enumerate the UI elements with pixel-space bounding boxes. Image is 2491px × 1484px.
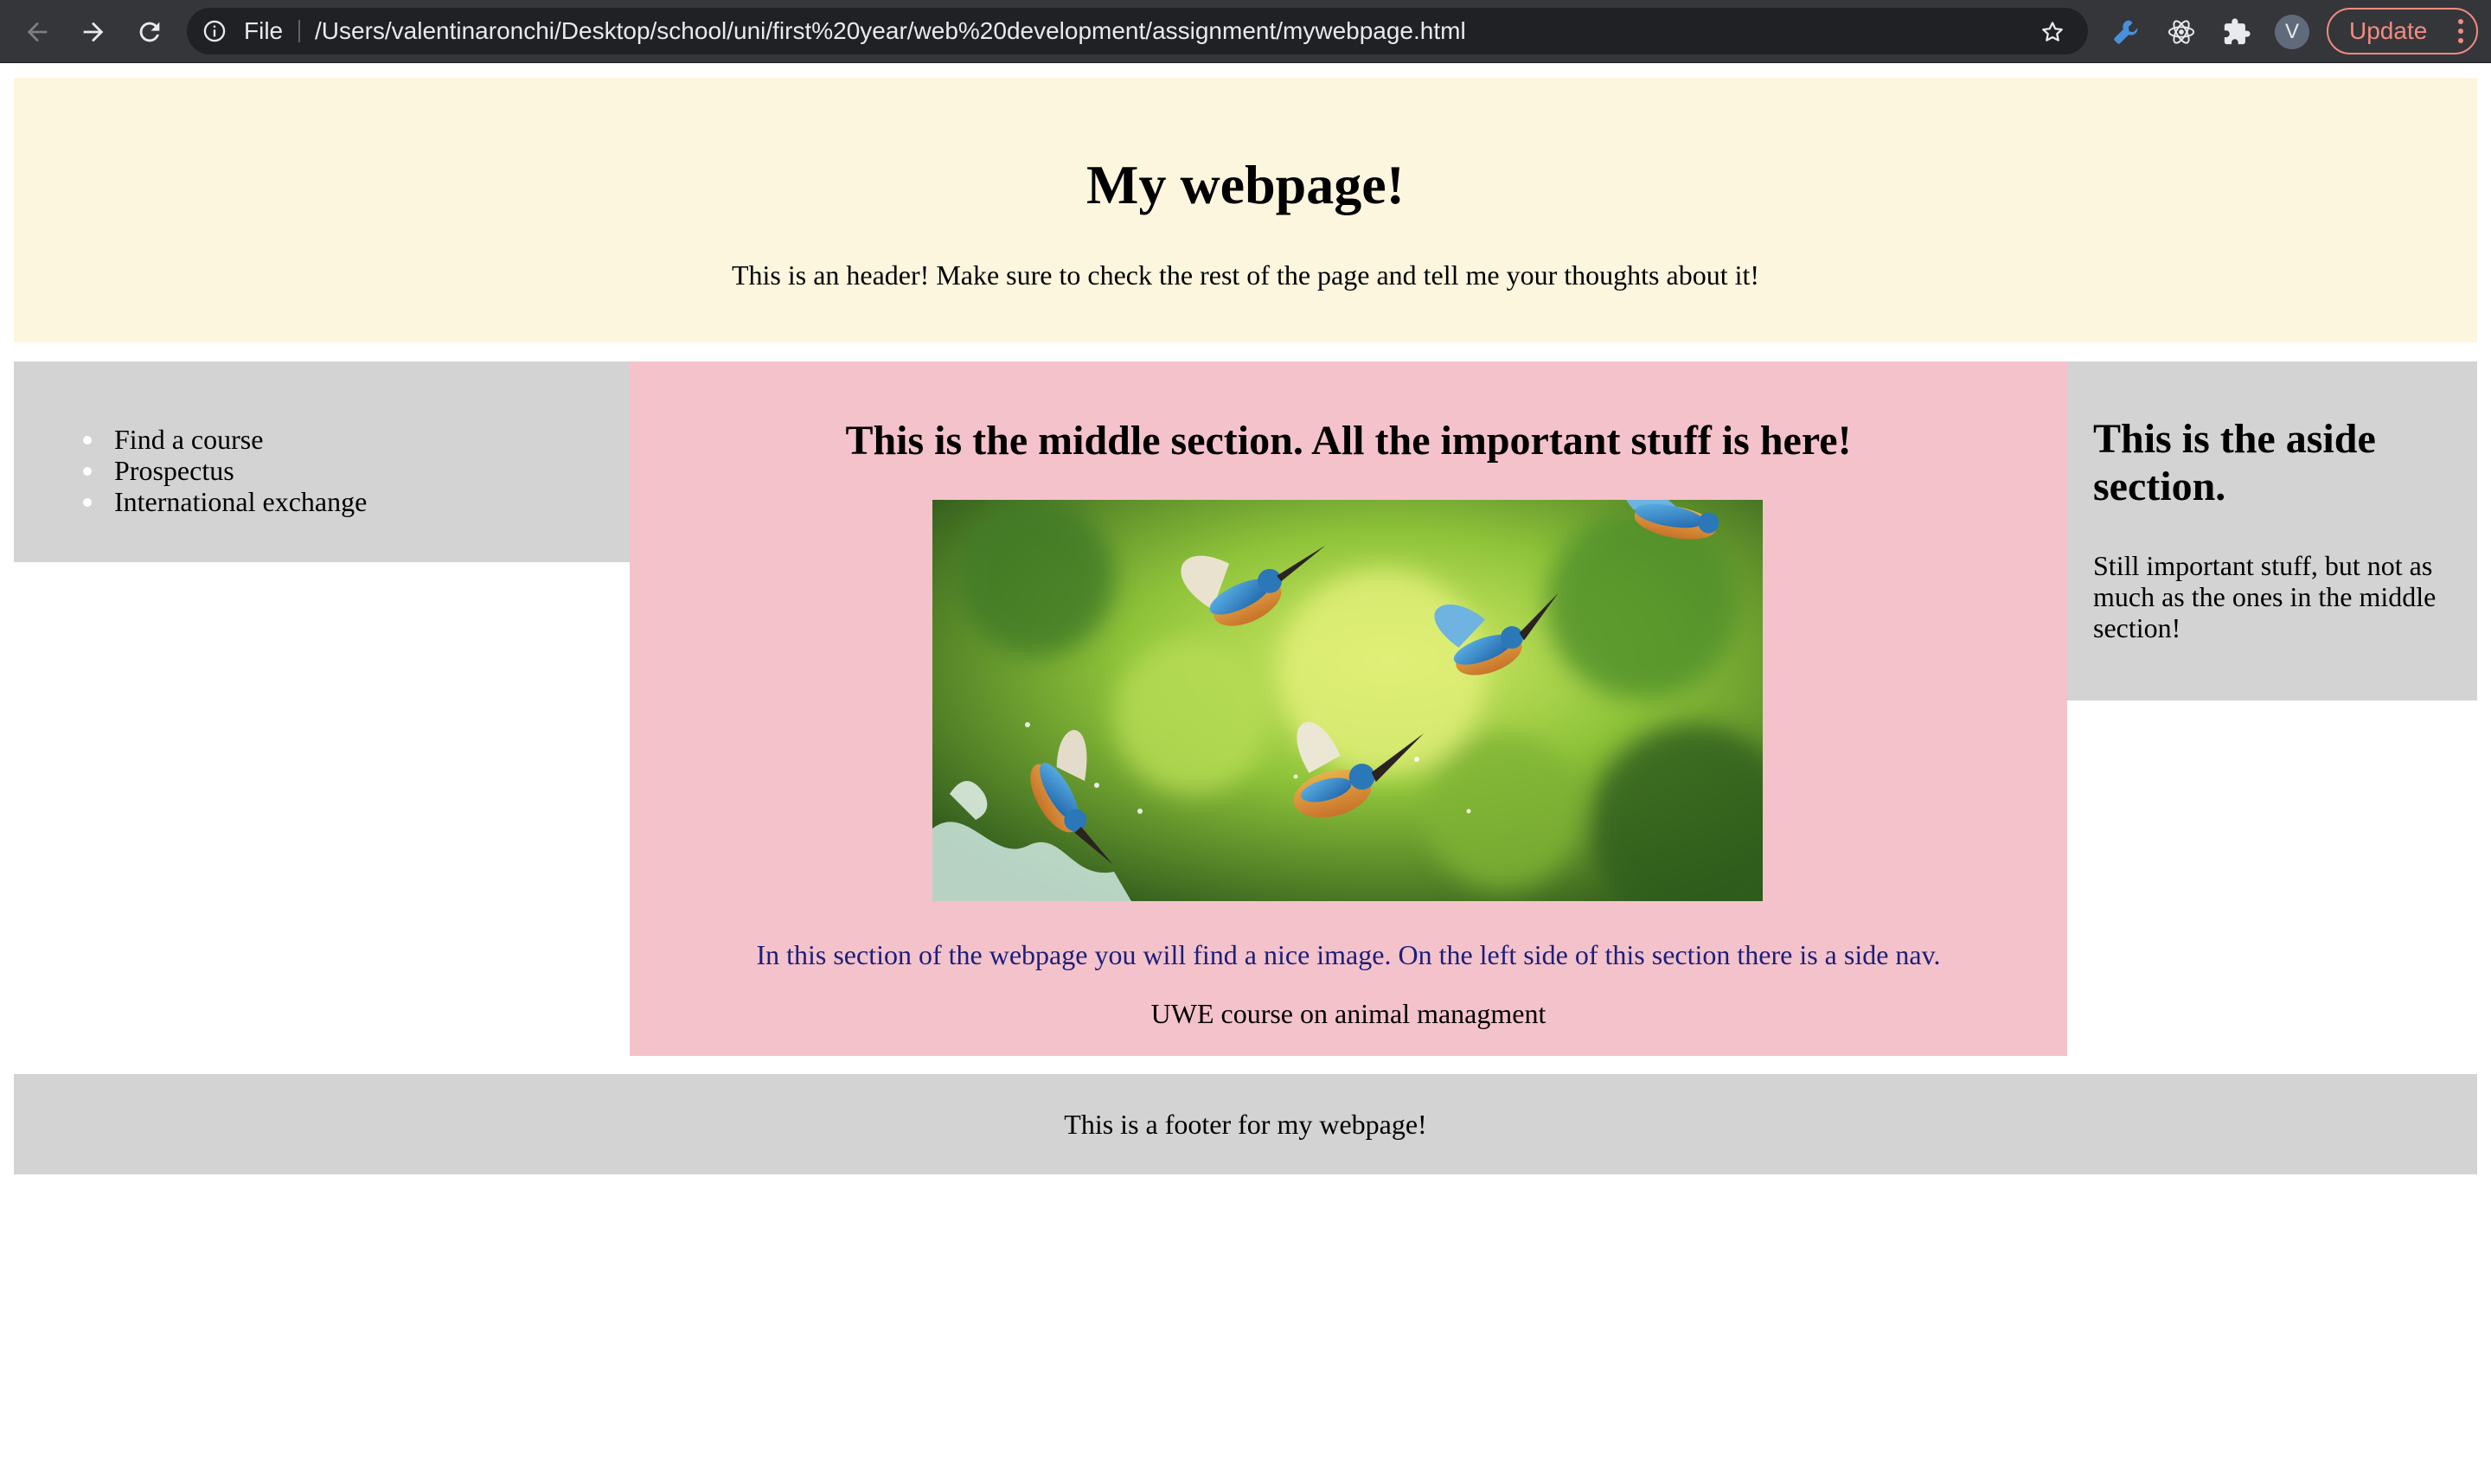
- footer-text: This is a footer for my webpage!: [1064, 1109, 1427, 1140]
- course-link[interactable]: UWE course on animal managment: [630, 1000, 2067, 1027]
- wrench-extension-icon: [2114, 20, 2138, 44]
- aside-heading: This is the aside section.: [2093, 416, 2376, 509]
- scheme-label: File: [244, 17, 284, 44]
- aside-text: Still important stuff, but not as much a…: [2093, 550, 2437, 643]
- back-arrow-icon: [27, 22, 48, 42]
- url-text[interactable]: /Users/valentinaronchi/Desktop/school/un…: [315, 8, 1466, 54]
- side-nav-item-prospectus[interactable]: Prospectus: [82, 455, 367, 486]
- wrench-extension-button[interactable]: [2109, 15, 2143, 49]
- info-icon[interactable]: [202, 19, 227, 43]
- update-button[interactable]: Update: [2327, 8, 2478, 54]
- middle-section: This is the middle section. All the impo…: [630, 361, 2067, 1056]
- back-button[interactable]: [16, 10, 59, 54]
- kingfishers-photo: [932, 500, 1763, 901]
- update-button-label: Update: [2349, 17, 2428, 44]
- kebab-menu-icon: [2458, 19, 2463, 43]
- react-atom-icon: [2168, 20, 2195, 44]
- page-footer: This is a footer for my webpage!: [14, 1074, 2477, 1174]
- page-header: My webpage! This is an header! Make sure…: [14, 78, 2477, 342]
- star-icon[interactable]: [2040, 19, 2065, 45]
- side-nav: Find a course Prospectus International e…: [14, 361, 630, 562]
- puzzle-icon: [2224, 18, 2251, 45]
- address-divider: [298, 20, 300, 42]
- forward-button[interactable]: [72, 10, 115, 54]
- header-subtitle: This is an header! Make sure to check th…: [731, 259, 1760, 291]
- side-nav-list: Find a course Prospectus International e…: [14, 424, 367, 517]
- side-nav-item-find-a-course[interactable]: Find a course: [82, 424, 367, 455]
- reload-button[interactable]: [128, 10, 171, 54]
- middle-heading: This is the middle section. All the impo…: [845, 418, 1852, 464]
- page-title: My webpage!: [1086, 154, 1405, 215]
- aside-section: This is the aside section. Still importa…: [2067, 361, 2477, 700]
- react-devtools-button[interactable]: [2164, 15, 2199, 49]
- extensions-button[interactable]: [2219, 15, 2254, 49]
- side-nav-item-international-exchange[interactable]: International exchange: [82, 486, 367, 517]
- forward-arrow-icon: [83, 22, 104, 42]
- middle-description: In this section of the webpage you will …: [756, 939, 1941, 970]
- reload-icon: [139, 22, 160, 42]
- profile-avatar[interactable]: V: [2275, 15, 2309, 49]
- browser-toolbar: File /Users/valentinaronchi/Desktop/scho…: [0, 0, 2491, 63]
- kingfishers-illustration: [932, 500, 1763, 901]
- webpage-viewport: My webpage! This is an header! Make sure…: [0, 64, 2491, 1484]
- address-bar[interactable]: File /Users/valentinaronchi/Desktop/scho…: [187, 8, 2088, 54]
